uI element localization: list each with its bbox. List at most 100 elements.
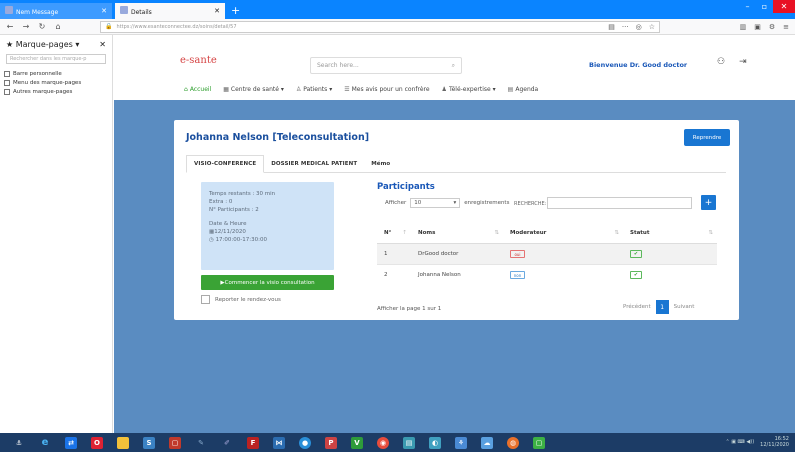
app-icon-skyblue[interactable]: ☁ [474,433,500,452]
table-search-input[interactable] [547,197,692,209]
search-icon[interactable]: ⌕ [452,62,455,70]
page-length-select[interactable]: 10 ▾ [410,198,461,208]
participants-title: Participants [377,182,435,192]
tab-dossier-medical[interactable]: DOSSIER MEDICAL PATIENT [264,155,364,172]
col-status[interactable]: Statut ⇅ [623,223,717,244]
pocket-icon[interactable]: ◎ [636,23,642,31]
report-checkbox[interactable] [201,295,210,304]
windows-taskbar: ⚓ e ⇄ O S ▢ ✎ ✐ F ⋈ ● P V ◉ ▤ ◐ ⚘ ☁ ◍ ▢ … [0,433,795,452]
menu-item-agenda[interactable]: ▤ Agenda [508,86,539,93]
home-icon[interactable]: ⌂ [54,22,62,31]
more-icon[interactable]: ··· [622,23,629,31]
app-icon-green[interactable]: ▢ [526,433,552,452]
powerpoint-icon[interactable]: P [318,433,344,452]
back-icon[interactable]: ← [6,22,14,31]
user-profile-icon[interactable]: ⚇ [717,57,725,67]
sort-icon: ⇅ [494,229,499,236]
user-icon: ♙ [295,86,302,93]
sort-icon: ⇅ [614,229,619,236]
edge-icon[interactable]: e [32,433,58,452]
paint-icon[interactable]: ✎ [188,433,214,452]
col-moderator[interactable]: Moderateur ⇅ [503,223,623,244]
minimize-button[interactable]: – [739,0,756,13]
bookmark-folder-toolbar[interactable]: Barre personnelle [4,71,108,77]
start-visio-label: Commencer la visio consultation [224,279,315,286]
menu-item-centre[interactable]: ▦ Centre de santé ▾ [223,86,284,93]
star-icon[interactable]: ☆ [649,23,655,31]
pagination: Précédent 1 Suivant [623,300,694,314]
bookmarks-title[interactable]: Marque-pages [16,40,73,49]
bookmark-folder-other[interactable]: Autres marque-pages [4,89,108,95]
app-icon-azure[interactable]: ⚘ [448,433,474,452]
app-icon-teal[interactable]: ▤ [396,433,422,452]
app-icon-blue[interactable]: S [136,433,162,452]
sidebar-icon[interactable]: ▣ [754,23,761,31]
menu-item-tele-expertise[interactable]: ♟ Télé-expertise ▾ [442,86,496,93]
next-page-button[interactable]: Suivant [674,304,695,310]
table-row: 1 DrGood doctor oui ✔ [377,242,717,264]
firefox-icon[interactable]: ◍ [500,433,526,452]
records-label: enregistrements [464,200,510,206]
report-appointment[interactable]: Reporter le rendez-vous [201,295,281,304]
filezilla-icon[interactable]: F [240,433,266,452]
tab-label: Details [131,9,152,16]
browser-tab-message[interactable]: Nem Message ✕ [0,3,112,19]
close-window-button[interactable]: ✕ [773,0,795,13]
menu-label: Mes avis pour un confrère [351,86,430,93]
bookmarks-search-input[interactable]: Rechercher dans les marque-p [6,54,106,64]
window-controls: – ▫ ✕ [739,0,795,13]
col-label: Noms [418,229,436,236]
col-names[interactable]: Noms ⇅ [411,223,503,244]
col-number[interactable]: N° ↑ [377,223,411,244]
logout-icon[interactable]: ⇥ [739,57,747,67]
extension-icon[interactable]: ⚙ [769,23,775,31]
close-tab-icon[interactable]: ✕ [214,7,220,15]
reader-icon[interactable]: ▤ [608,23,615,31]
teamviewer-icon[interactable]: ⇄ [58,433,84,452]
tab-favicon-icon [120,6,128,14]
home-icon: ⌂ [184,86,188,93]
menu-item-accueil[interactable]: ⌂ Accueil [184,86,211,93]
chrome-icon[interactable]: ◉ [370,433,396,452]
tab-memo[interactable]: Mémo [364,155,397,172]
reprendre-button[interactable]: Reprendre [684,129,730,146]
chevron-down-icon: ▾ [453,200,457,206]
bookmark-folder-menu[interactable]: Menu des marque-pages [4,80,108,86]
prev-page-button[interactable]: Précédent [623,304,651,310]
vscode-icon[interactable]: ⋈ [266,433,292,452]
library-icon[interactable]: ▥ [740,23,747,31]
menu-icon[interactable]: ≡ [783,23,789,31]
page-1-button[interactable]: 1 [655,300,669,314]
menu-label: Patients [303,86,328,93]
bookmarks-list: Barre personnelle Menu des marque-pages … [0,64,112,102]
forward-icon[interactable]: → [22,22,30,31]
close-sidebar-icon[interactable]: ✕ [99,40,106,49]
tab-label: Nem Message [16,9,59,16]
start-visio-button[interactable]: ▶ Commencer la visio consultation [201,275,334,290]
vim-icon[interactable]: V [344,433,370,452]
menu-item-avis[interactable]: ☰ Mes avis pour un confrère [344,86,429,93]
address-bar[interactable]: 🔒 https://www.esanteconnectee.dz/soins/d… [100,20,660,33]
close-tab-icon[interactable]: ✕ [101,7,107,15]
pen-icon[interactable]: ✐ [214,433,240,452]
file-explorer-icon[interactable] [110,433,136,452]
browser-tab-details[interactable]: Details ✕ [115,3,225,19]
search-input[interactable]: Search here... ⌕ [310,57,462,74]
app-logo[interactable]: e-sante [180,55,217,66]
bookmarks-header: ★ Marque-pages ▾ ✕ [6,40,106,49]
tray-icons[interactable]: ⌃ ▣ ⌨ ◀)) [726,439,755,445]
bookmark-label: Menu des marque-pages [13,80,82,86]
opera-icon[interactable]: O [84,433,110,452]
chat-icon[interactable]: ● [292,433,318,452]
app-icon-cyan[interactable]: ◐ [422,433,448,452]
start-icon[interactable]: ⚓ [6,433,32,452]
tab-visio-conference[interactable]: VISIO-CONFERENCE [186,155,265,173]
reload-icon[interactable]: ↻ [38,22,46,31]
app-icon-red[interactable]: ▢ [162,433,188,452]
new-tab-button[interactable]: + [231,3,240,19]
bookmark-label: Autres marque-pages [13,89,73,95]
consultation-info-box: Temps restants : 30 min Extra : 0 N° Par… [201,182,334,270]
maximize-button[interactable]: ▫ [756,0,773,13]
add-participant-button[interactable]: + [701,195,716,210]
menu-item-patients[interactable]: ♙ Patients ▾ [296,86,332,93]
